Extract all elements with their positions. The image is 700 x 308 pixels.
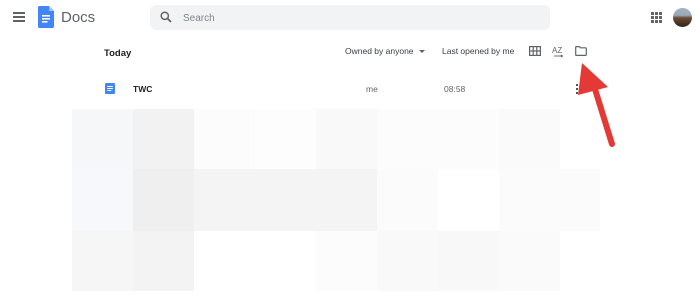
doc-file-icon [105,83,115,94]
apps-grid-icon[interactable] [651,12,662,23]
app-name[interactable]: Docs [61,9,95,26]
sort-by-last-opened[interactable]: Last opened by me [442,46,514,56]
docs-logo-icon[interactable] [38,6,54,28]
sort-az-icon[interactable]: AZ [552,45,565,58]
section-heading-today: Today [104,48,132,59]
search-icon[interactable] [160,11,172,23]
file-last-opened: 08:58 [444,84,466,94]
top-bar: Docs [0,0,700,36]
list-grid-icon[interactable] [529,46,541,56]
folder-icon[interactable] [575,46,587,56]
file-owner: me [366,84,378,94]
svg-text:AZ: AZ [552,46,562,55]
search-box[interactable] [150,5,550,30]
hamburger-menu-icon[interactable] [13,12,25,22]
caret-down-icon [418,50,425,53]
file-row[interactable]: TWC me 08:58 [96,78,596,100]
owner-filter-label: Owned by anyone [345,46,414,56]
owner-filter-dropdown[interactable]: Owned by anyone [345,46,425,56]
red-arrow-annotation [578,63,615,147]
file-name[interactable]: TWC [133,84,152,94]
search-input[interactable] [181,8,535,29]
avatar[interactable] [673,8,692,27]
blurred-content-area [72,109,600,291]
